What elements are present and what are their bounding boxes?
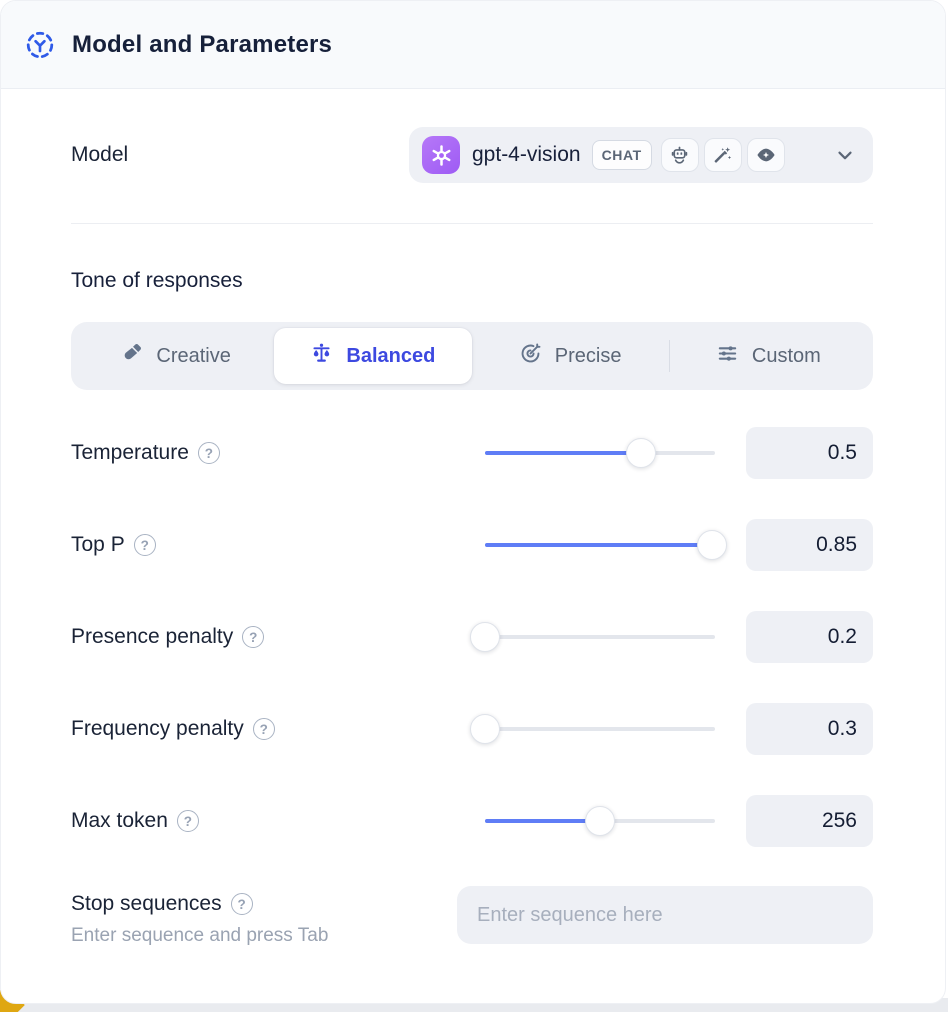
top-p-slider[interactable] (485, 530, 715, 560)
top-p-label-text: Top P (71, 533, 125, 557)
slider-track[interactable] (485, 727, 715, 731)
slider-fill (485, 543, 712, 547)
tab-precise-label: Precise (555, 345, 622, 368)
page: Model and Parameters Model gpt-4-visi (0, 0, 948, 1012)
help-icon[interactable]: ? (253, 718, 275, 740)
frequency-penalty-value[interactable]: 0.3 (746, 703, 873, 755)
chevron-down-icon (834, 144, 856, 166)
tab-balanced[interactable]: Balanced (274, 328, 471, 384)
robot-icon (661, 138, 699, 172)
stop-sequences-labels: Stop sequences ? Enter sequence and pres… (71, 886, 328, 947)
help-icon[interactable]: ? (231, 893, 253, 915)
presence-penalty-label-text: Presence penalty (71, 625, 233, 649)
temperature-row: Temperature ? 0.5 (71, 407, 873, 499)
help-icon[interactable]: ? (177, 810, 199, 832)
presence-penalty-row: Presence penalty ? 0.2 (71, 591, 873, 683)
top-p-row: Top P ? 0.85 (71, 499, 873, 591)
tab-custom-label: Custom (752, 345, 821, 368)
max-token-label-text: Max token (71, 809, 168, 833)
frequency-penalty-slider[interactable] (485, 714, 715, 744)
target-arrow-icon (519, 342, 542, 371)
slider-thumb[interactable] (697, 530, 727, 560)
panel-header: Model and Parameters (1, 1, 945, 89)
model-label: Model (71, 143, 128, 167)
model-node-icon (25, 30, 55, 60)
max-token-slider[interactable] (485, 806, 715, 836)
tab-custom[interactable]: Custom (670, 328, 867, 384)
temperature-value[interactable]: 0.5 (746, 427, 873, 479)
vision-eye-icon (747, 138, 785, 172)
model-row: Model gpt-4-vision CHAT (71, 127, 873, 183)
stop-sequences-hint: Enter sequence and press Tab (71, 925, 328, 947)
tab-creative-label: Creative (156, 345, 230, 368)
section-divider (71, 223, 873, 224)
tab-precise[interactable]: Precise (472, 328, 669, 384)
temperature-label: Temperature ? (71, 441, 485, 465)
model-select-dropdown[interactable]: gpt-4-vision CHAT (409, 127, 873, 183)
frequency-penalty-label: Frequency penalty ? (71, 717, 485, 741)
balance-scale-icon (310, 342, 333, 371)
magic-wand-icon (704, 138, 742, 172)
top-p-label: Top P ? (71, 533, 485, 557)
tone-section-heading: Tone of responses (71, 269, 873, 293)
slider-fill (485, 819, 600, 823)
model-capability-badges (661, 138, 785, 172)
slider-thumb[interactable] (585, 806, 615, 836)
temperature-slider[interactable] (485, 438, 715, 468)
max-token-row: Max token ? 256 (71, 775, 873, 867)
help-icon[interactable]: ? (242, 626, 264, 648)
frequency-penalty-row: Frequency penalty ? 0.3 (71, 683, 873, 775)
help-icon[interactable]: ? (134, 534, 156, 556)
stop-sequence-input[interactable] (457, 886, 873, 944)
frequency-penalty-label-text: Frequency penalty (71, 717, 244, 741)
max-token-label: Max token ? (71, 809, 485, 833)
help-icon[interactable]: ? (198, 442, 220, 464)
model-type-badge: CHAT (592, 140, 652, 170)
panel-body: Model gpt-4-vision CHAT (1, 127, 945, 947)
top-p-value[interactable]: 0.85 (746, 519, 873, 571)
slider-thumb[interactable] (470, 622, 500, 652)
stop-sequences-label: Stop sequences ? (71, 892, 328, 916)
slider-fill (485, 451, 641, 455)
openai-logo-icon (422, 136, 460, 174)
parameter-list: Temperature ? 0.5 Top P ? (71, 407, 873, 867)
presence-penalty-label: Presence penalty ? (71, 625, 485, 649)
stop-sequences-label-text: Stop sequences (71, 892, 222, 916)
temperature-label-text: Temperature (71, 441, 189, 465)
paintbrush-icon (120, 342, 143, 371)
tone-tab-group: Creative Balanced (71, 322, 873, 390)
slider-track[interactable] (485, 635, 715, 639)
selected-model-name: gpt-4-vision (472, 143, 581, 167)
sliders-icon (716, 342, 739, 371)
page-title: Model and Parameters (72, 31, 332, 59)
tab-balanced-label: Balanced (346, 345, 435, 368)
slider-thumb[interactable] (626, 438, 656, 468)
presence-penalty-slider[interactable] (485, 622, 715, 652)
stop-sequences-row: Stop sequences ? Enter sequence and pres… (71, 886, 873, 947)
slider-thumb[interactable] (470, 714, 500, 744)
tab-creative[interactable]: Creative (77, 328, 274, 384)
presence-penalty-value[interactable]: 0.2 (746, 611, 873, 663)
max-token-value[interactable]: 256 (746, 795, 873, 847)
model-parameters-panel: Model and Parameters Model gpt-4-visi (0, 0, 946, 1004)
